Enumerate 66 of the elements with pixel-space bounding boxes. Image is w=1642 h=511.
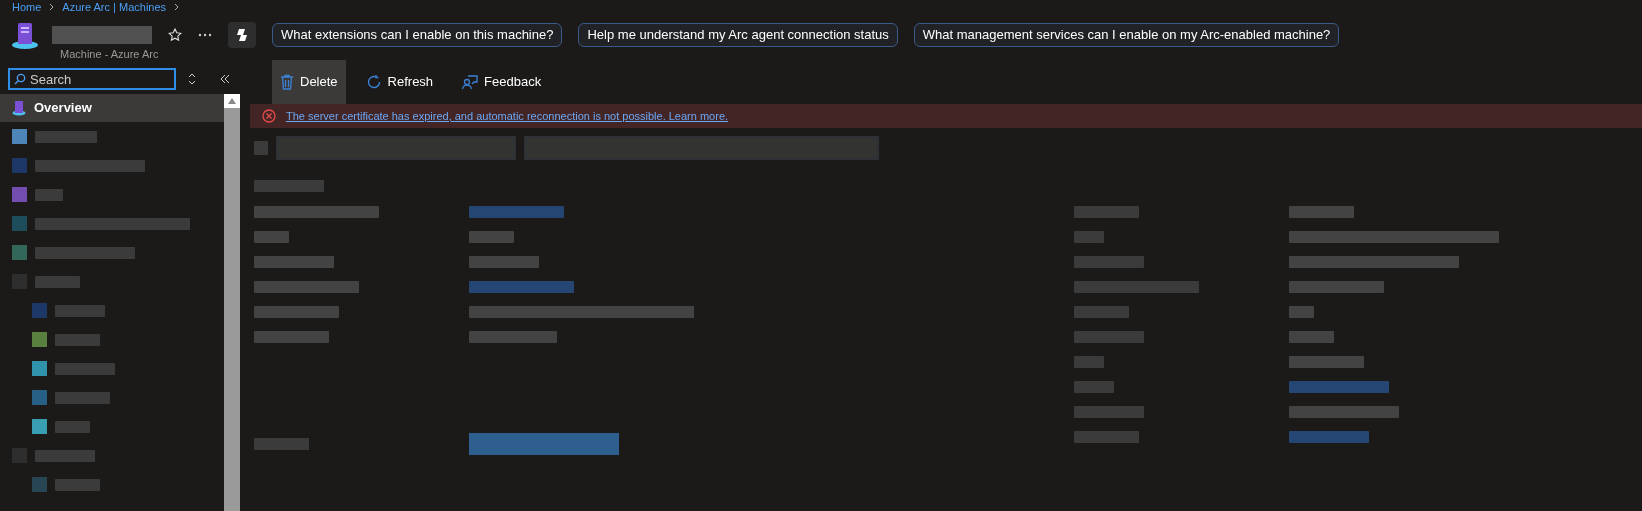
- sort-icon[interactable]: [188, 73, 196, 85]
- nav-icon: [12, 187, 27, 202]
- scroll-up-icon[interactable]: [228, 98, 236, 104]
- nav-icon: [12, 158, 27, 173]
- breadcrumb-link[interactable]: Home: [12, 0, 42, 14]
- prompt-chip[interactable]: What management services can I enable on my Arc-enabled machine?: [913, 23, 1340, 47]
- nav-item[interactable]: Overview: [0, 94, 224, 122]
- nav-icon: [12, 129, 27, 144]
- blurred-text: [1074, 256, 1144, 268]
- blurred-text: [1074, 231, 1104, 243]
- blurred-text: [55, 420, 90, 433]
- search-icon: [14, 73, 26, 85]
- resource-type-label: Machine - Azure Arc: [60, 47, 160, 62]
- chevron-icon: [49, 3, 55, 11]
- server-icon: [12, 100, 26, 116]
- nav-icon: [32, 477, 47, 492]
- feedback-icon: [461, 74, 479, 90]
- blurred-text: [55, 304, 105, 317]
- collapse-icon[interactable]: [220, 74, 230, 84]
- nav-icon: [32, 303, 47, 318]
- nav-icon: [12, 216, 27, 231]
- blurred-text: [469, 256, 539, 268]
- blurred-text: [469, 231, 514, 243]
- alert-link[interactable]: The server certificate has expired, and automatic reconnection is not possible. Learn more.: [286, 107, 729, 125]
- nav-icon: [12, 245, 27, 260]
- nav-icon: [32, 390, 47, 405]
- blurred-text: [35, 449, 95, 462]
- prompt-chip[interactable]: What extensions can I enable on this machine?: [272, 23, 563, 47]
- blurred-text: [1074, 431, 1139, 443]
- delete-button[interactable]: Delete: [272, 60, 346, 104]
- refresh-button[interactable]: Refresh: [357, 60, 442, 104]
- blurred-text: [1074, 206, 1139, 218]
- nav-icon: [32, 361, 47, 376]
- blurred-text: [35, 188, 63, 201]
- chevron-icon: [174, 3, 180, 11]
- error-icon: [262, 109, 276, 123]
- trash-icon: [280, 74, 294, 90]
- search-field[interactable]: Search: [8, 68, 176, 90]
- blurred-text: [254, 438, 309, 450]
- blurred-text: [1074, 381, 1114, 393]
- blurred-text: [1074, 356, 1104, 368]
- blurred-text: [254, 141, 268, 155]
- blurred-text: [1074, 406, 1144, 418]
- blurred-text: [1289, 331, 1334, 343]
- copilot-icon[interactable]: [228, 22, 256, 48]
- blurred-text: [35, 275, 80, 288]
- nav-icon: [32, 332, 47, 347]
- refresh-icon: [365, 74, 382, 90]
- blurred-text: [254, 180, 324, 192]
- feedback-button[interactable]: Feedback: [453, 60, 550, 104]
- blurred-text: [1074, 331, 1144, 343]
- blurred-text: [1074, 306, 1129, 318]
- blurred-text: [55, 478, 100, 491]
- blurred-text: [1289, 206, 1354, 218]
- breadcrumb-link[interactable]: Azure Arc | Machines: [62, 0, 167, 14]
- prompt-chip[interactable]: Help me understand my Arc agent connection status: [578, 23, 898, 47]
- blurred-text: [55, 391, 110, 404]
- nav-icon: [32, 419, 47, 434]
- star-icon[interactable]: [168, 28, 182, 42]
- blurred-text: [55, 333, 100, 346]
- more-icon[interactable]: [198, 33, 212, 37]
- blurred-text: [35, 130, 97, 143]
- blurred-text: [254, 231, 289, 243]
- server-icon: [10, 20, 40, 50]
- blurred-text: [1289, 306, 1314, 318]
- blurred-text: [55, 362, 115, 375]
